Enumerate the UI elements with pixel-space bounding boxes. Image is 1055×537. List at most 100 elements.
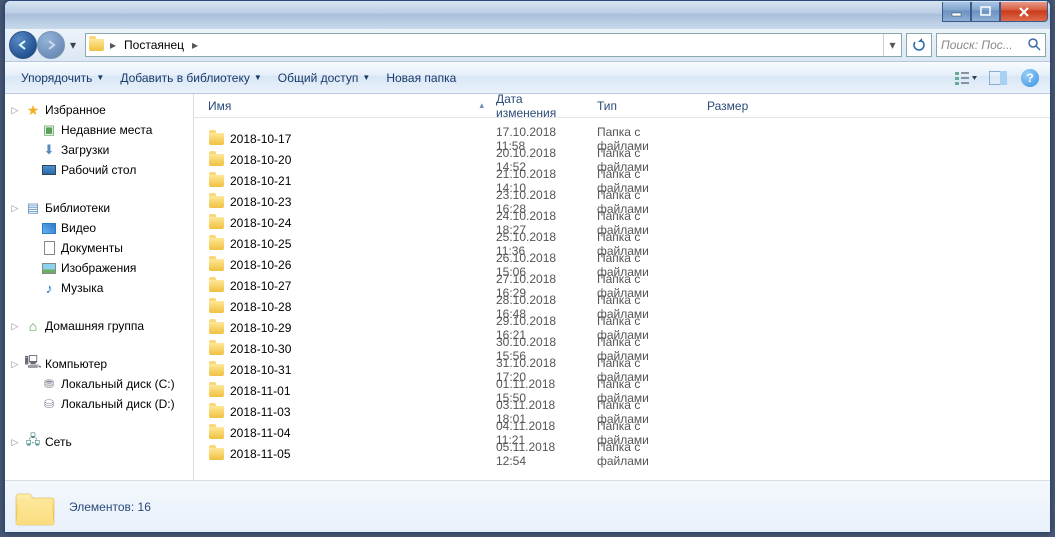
nav-network[interactable]: ▷🖧Сеть xyxy=(5,432,193,452)
minimize-button[interactable] xyxy=(942,2,971,22)
maximize-button[interactable] xyxy=(971,2,1000,22)
file-name: 2018-10-26 xyxy=(230,258,291,272)
file-name: 2018-10-30 xyxy=(230,342,291,356)
close-button[interactable] xyxy=(1000,2,1048,22)
chevron-down-icon[interactable]: ▷ xyxy=(9,359,21,370)
column-size[interactable]: Размер xyxy=(701,94,777,117)
help-icon: ? xyxy=(1021,69,1039,87)
nav-computer[interactable]: ▷🖳Компьютер xyxy=(5,354,193,374)
file-date: 05.11.2018 12:54 xyxy=(490,440,591,468)
file-name: 2018-10-25 xyxy=(230,237,291,251)
chevron-right-icon[interactable]: ▷ xyxy=(9,321,21,332)
search-input[interactable]: Поиск: Пос... xyxy=(936,33,1046,57)
nav-recent[interactable]: ▣Недавние места xyxy=(5,120,193,140)
download-icon: ⬇ xyxy=(41,142,57,158)
sort-asc-icon: ▴ xyxy=(479,100,484,111)
nav-desktop[interactable]: Рабочий стол xyxy=(5,160,193,180)
details-count: Элементов: 16 xyxy=(69,500,151,514)
view-options-button[interactable] xyxy=(954,66,978,90)
chevron-right-icon[interactable]: ▷ xyxy=(9,437,21,448)
disk-icon: ⛁ xyxy=(41,396,57,412)
search-placeholder: Поиск: Пос... xyxy=(941,38,1013,52)
preview-pane-button[interactable] xyxy=(986,66,1010,90)
chevron-right-icon[interactable]: ▸ xyxy=(106,38,120,52)
file-name: 2018-10-28 xyxy=(230,300,291,314)
file-name: 2018-11-03 xyxy=(230,405,291,419)
video-icon xyxy=(41,220,57,236)
computer-icon: 🖳 xyxy=(25,356,41,372)
navigation-pane[interactable]: ▷★Избранное ▣Недавние места ⬇Загрузки Ра… xyxy=(5,94,194,480)
address-dropdown[interactable]: ▾ xyxy=(883,34,901,56)
explorer-window: ▾ ▸ Постаянец ▸ ▾ Поиск: Пос... Упорядоч… xyxy=(4,0,1051,533)
folder-icon xyxy=(208,299,224,315)
file-name: 2018-10-27 xyxy=(230,279,291,293)
folder-icon xyxy=(86,39,106,51)
search-icon xyxy=(1027,37,1041,54)
file-name: 2018-11-05 xyxy=(230,447,291,461)
nav-images[interactable]: Изображения xyxy=(5,258,193,278)
folder-icon xyxy=(208,425,224,441)
document-icon xyxy=(41,240,57,256)
back-button[interactable] xyxy=(9,31,37,59)
folder-icon xyxy=(208,215,224,231)
column-type[interactable]: Тип xyxy=(591,94,701,117)
folder-icon xyxy=(208,446,224,462)
folder-icon xyxy=(208,236,224,252)
recent-icon: ▣ xyxy=(41,122,57,138)
nav-homegroup[interactable]: ▷⌂Домашняя группа xyxy=(5,316,193,336)
nav-libraries[interactable]: ▷▤Библиотеки xyxy=(5,198,193,218)
folder-icon xyxy=(208,278,224,294)
file-name: 2018-11-04 xyxy=(230,426,291,440)
file-name: 2018-10-31 xyxy=(230,363,291,377)
new-folder-button[interactable]: Новая папка xyxy=(378,67,464,89)
forward-button[interactable] xyxy=(37,31,65,59)
nav-music[interactable]: ♪Музыка xyxy=(5,278,193,298)
folder-icon xyxy=(208,131,224,147)
homegroup-icon: ⌂ xyxy=(25,318,41,334)
desktop-icon xyxy=(41,162,57,178)
help-button[interactable]: ? xyxy=(1018,66,1042,90)
folder-icon xyxy=(208,320,224,336)
share-button[interactable]: Общий доступ▼ xyxy=(270,67,379,89)
chevron-down-icon[interactable]: ▷ xyxy=(9,105,21,116)
folder-icon xyxy=(208,257,224,273)
folder-icon xyxy=(208,383,224,399)
nav-documents[interactable]: Документы xyxy=(5,238,193,258)
image-icon xyxy=(41,260,57,276)
chevron-down-icon[interactable]: ▷ xyxy=(9,203,21,214)
file-name: 2018-10-21 xyxy=(230,174,291,188)
refresh-button[interactable] xyxy=(906,33,932,57)
column-date[interactable]: Дата изменения xyxy=(490,94,591,117)
folder-icon xyxy=(208,404,224,420)
file-name: 2018-10-29 xyxy=(230,321,291,335)
add-to-library-button[interactable]: Добавить в библиотеку▼ xyxy=(112,67,269,89)
folder-icon xyxy=(208,362,224,378)
network-icon: 🖧 xyxy=(25,434,41,450)
disk-icon: ⛃ xyxy=(41,376,57,392)
music-icon: ♪ xyxy=(41,280,57,296)
titlebar[interactable] xyxy=(5,1,1050,29)
navbar: ▾ ▸ Постаянец ▸ ▾ Поиск: Пос... xyxy=(5,29,1050,62)
breadcrumb-item[interactable]: Постаянец xyxy=(120,34,188,56)
chevron-right-icon[interactable]: ▸ xyxy=(188,38,202,52)
folder-icon xyxy=(208,173,224,189)
nav-disk-c[interactable]: ⛃Локальный диск (C:) xyxy=(5,374,193,394)
file-name: 2018-10-20 xyxy=(230,153,291,167)
column-headers: Имя▴ Дата изменения Тип Размер xyxy=(194,94,1050,118)
organize-button[interactable]: Упорядочить▼ xyxy=(13,67,112,89)
library-icon: ▤ xyxy=(25,200,41,216)
nav-video[interactable]: Видео xyxy=(5,218,193,238)
nav-favorites[interactable]: ▷★Избранное xyxy=(5,100,193,120)
address-bar[interactable]: ▸ Постаянец ▸ ▾ xyxy=(85,33,902,57)
nav-history-dropdown[interactable]: ▾ xyxy=(65,31,81,59)
file-name: 2018-10-17 xyxy=(230,132,291,146)
file-list[interactable]: 2018-10-1717.10.2018 11:58Папка с файлам… xyxy=(194,118,1050,480)
nav-disk-d[interactable]: ⛁Локальный диск (D:) xyxy=(5,394,193,414)
column-name[interactable]: Имя▴ xyxy=(202,94,490,117)
file-name: 2018-10-23 xyxy=(230,195,291,209)
file-row[interactable]: 2018-11-0505.11.2018 12:54Папка с файлам… xyxy=(194,443,1050,464)
nav-downloads[interactable]: ⬇Загрузки xyxy=(5,140,193,160)
folder-icon xyxy=(208,341,224,357)
file-name: 2018-10-24 xyxy=(230,216,291,230)
file-type: Папка с файлами xyxy=(591,440,701,468)
